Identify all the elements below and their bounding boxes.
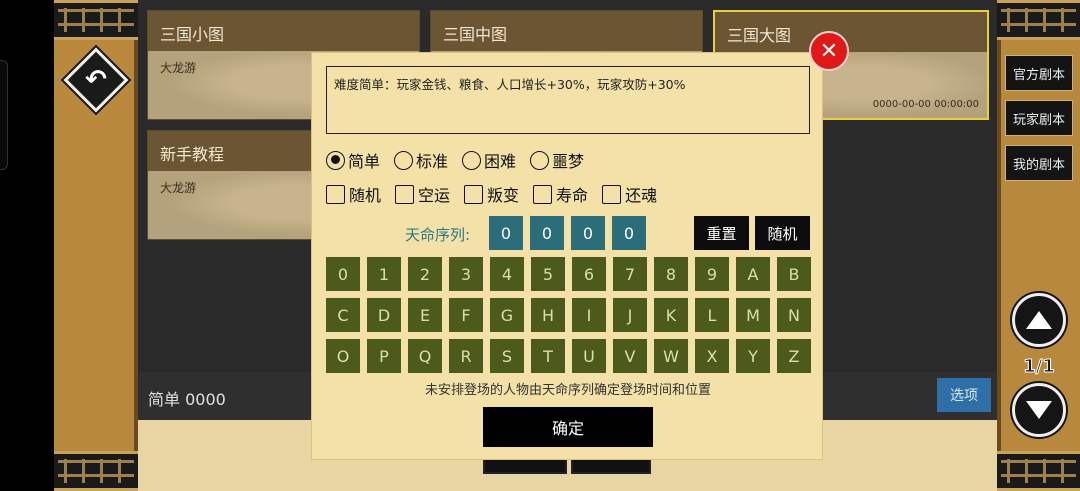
meander-ornament [54, 451, 138, 491]
toggle-rebellion[interactable]: 叛变 [464, 182, 519, 206]
page-down-button[interactable] [1012, 383, 1066, 437]
key-q[interactable]: Q [408, 339, 442, 373]
key-j[interactable]: J [613, 298, 647, 332]
selection-summary: 简单 0000 [148, 390, 226, 409]
close-button[interactable]: ✕ [809, 31, 849, 71]
key-m[interactable]: M [736, 298, 770, 332]
tab-player-scenarios[interactable]: 玩家剧本 [1005, 100, 1073, 136]
key-k[interactable]: K [654, 298, 688, 332]
key-o[interactable]: O [326, 339, 360, 373]
left-edge-tab [0, 60, 8, 170]
meander-ornament [997, 451, 1080, 491]
back-arrow-icon: ↶ [85, 65, 107, 95]
triangle-down-icon [1026, 401, 1052, 419]
tab-my-scenarios[interactable]: 我的剧本 [1005, 145, 1073, 181]
checkbox-icon [395, 184, 415, 204]
game-settings-dialog: 难度简单：玩家金钱、粮食、人口增长+30%，玩家攻防+30% 简单 标准 困难 … [311, 52, 823, 460]
key-8[interactable]: 8 [654, 257, 688, 291]
key-0[interactable]: 0 [326, 257, 360, 291]
key-v[interactable]: V [613, 339, 647, 373]
key-t[interactable]: T [531, 339, 565, 373]
sequence-digit[interactable]: 0 [612, 216, 646, 250]
radio-checked-icon [326, 150, 345, 170]
difficulty-hard[interactable]: 困难 [462, 148, 516, 172]
card-subtitle: 大龙游 [160, 181, 197, 195]
key-s[interactable]: S [490, 339, 524, 373]
sequence-digit[interactable]: 0 [571, 216, 605, 250]
key-d[interactable]: D [367, 298, 401, 332]
radio-icon [394, 150, 414, 170]
key-9[interactable]: 9 [695, 257, 729, 291]
key-p[interactable]: P [367, 339, 401, 373]
card-title: 三国中图 [431, 11, 702, 51]
toggle-random[interactable]: 随机 [326, 182, 381, 206]
key-5[interactable]: 5 [531, 257, 565, 291]
key-x[interactable]: X [695, 339, 729, 373]
key-4[interactable]: 4 [490, 257, 524, 291]
key-z[interactable]: Z [777, 339, 811, 373]
confirm-button[interactable]: 确定 [483, 407, 653, 447]
sequence-digit[interactable]: 0 [530, 216, 564, 250]
key-c[interactable]: C [326, 298, 360, 332]
random-button[interactable]: 随机 [755, 216, 810, 250]
reset-button[interactable]: 重置 [694, 216, 749, 250]
key-r[interactable]: R [449, 339, 483, 373]
sequence-digit[interactable]: 0 [489, 216, 523, 250]
key-u[interactable]: U [572, 339, 606, 373]
toggle-group: 随机 空运 叛变 寿命 还魂 [326, 182, 671, 206]
key-f[interactable]: F [449, 298, 483, 332]
difficulty-standard[interactable]: 标准 [394, 148, 448, 172]
key-1[interactable]: 1 [367, 257, 401, 291]
difficulty-nightmare[interactable]: 噩梦 [530, 148, 584, 172]
options-button[interactable]: 选项 [937, 378, 991, 412]
key-g[interactable]: G [490, 298, 524, 332]
radio-icon [462, 150, 482, 170]
key-n[interactable]: N [777, 298, 811, 332]
toggle-airlift[interactable]: 空运 [395, 182, 450, 206]
key-w[interactable]: W [654, 339, 688, 373]
card-title: 三国小图 [148, 11, 419, 51]
toggle-lifespan[interactable]: 寿命 [533, 182, 588, 206]
difficulty-description: 难度简单：玩家金钱、粮食、人口增长+30%，玩家攻防+30% [326, 66, 810, 134]
card-subtitle: 大龙游 [160, 61, 197, 75]
toggle-revive[interactable]: 还魂 [602, 182, 657, 206]
key-3[interactable]: 3 [449, 257, 483, 291]
key-7[interactable]: 7 [613, 257, 647, 291]
key-6[interactable]: 6 [572, 257, 606, 291]
page-indicator: 1/1 [1023, 356, 1056, 378]
checkbox-icon [326, 184, 345, 204]
triangle-up-icon [1026, 311, 1052, 329]
key-y[interactable]: Y [736, 339, 770, 373]
checkbox-icon [464, 184, 484, 204]
radio-icon [530, 150, 550, 170]
checkbox-icon [602, 184, 622, 204]
key-i[interactable]: I [572, 298, 606, 332]
meander-ornament [54, 0, 138, 40]
tab-official-scenarios[interactable]: 官方剧本 [1005, 55, 1073, 91]
key-b[interactable]: B [777, 257, 811, 291]
key-a[interactable]: A [736, 257, 770, 291]
difficulty-easy[interactable]: 简单 [326, 148, 380, 172]
sequence-label: 天命序列: [405, 226, 471, 244]
sequence-hint: 未安排登场的人物由天命序列确定登场时间和位置 [424, 383, 711, 398]
meander-ornament [997, 0, 1080, 40]
key-2[interactable]: 2 [408, 257, 442, 291]
card-title: 三国大图 [715, 12, 987, 52]
close-icon: ✕ [819, 38, 839, 64]
key-l[interactable]: L [695, 298, 729, 332]
key-e[interactable]: E [408, 298, 442, 332]
difficulty-group: 简单 标准 困难 噩梦 [326, 148, 598, 172]
checkbox-icon [533, 184, 553, 204]
key-h[interactable]: H [531, 298, 565, 332]
card-date: 0000-00-00 00:00:00 [872, 99, 979, 110]
page-up-button[interactable] [1012, 293, 1066, 347]
